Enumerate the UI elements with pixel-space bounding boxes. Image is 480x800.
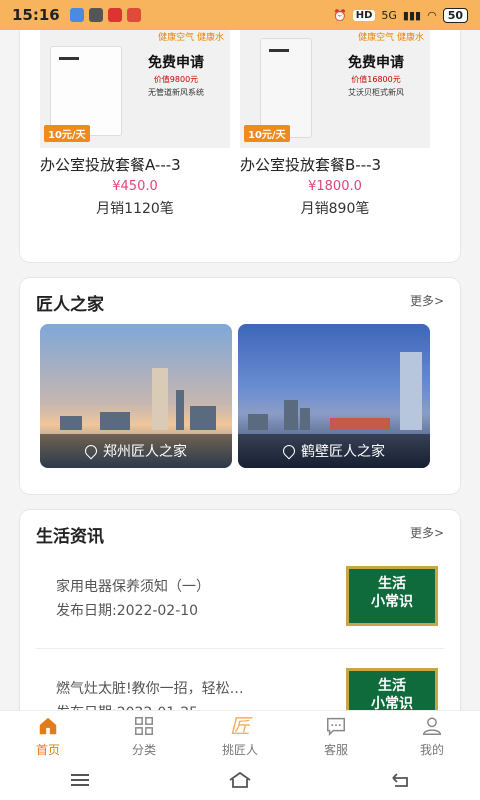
product-item[interactable]: 健康空气 健康水 免费申请 价值9800元 无管道新风系统 10元/天 办公室投… [40, 30, 230, 218]
wifi-icon: ◠ [427, 8, 437, 22]
menu-icon[interactable] [69, 772, 91, 788]
tab-pick-craftsman[interactable]: 匠 挑匠人 [192, 711, 288, 761]
tab-home[interactable]: 首页 [0, 711, 96, 761]
camera-notification-icon [88, 8, 103, 22]
tab-service[interactable]: 客服 [288, 711, 384, 761]
promo-value: 价值9800元 [153, 75, 199, 84]
news-title: 家用电器保养须知（一） [56, 579, 210, 595]
thumb-text: 小常识 [371, 696, 413, 710]
product-name: 办公室投放套餐B---3 [240, 156, 382, 174]
weibo-notification-icon [126, 8, 141, 22]
scroll-content[interactable]: 健康空气 健康水 免费申请 价值9800元 无管道新风系统 10元/天 办公室投… [0, 30, 480, 710]
thumb-text: 小常识 [371, 594, 413, 610]
news-section: 生活资讯 更多> 家用电器保养须知（一） 发布日期:2022-02-10 生活 … [20, 510, 460, 710]
alarm-icon: ⏰ [333, 8, 347, 22]
tab-label: 我的 [419, 742, 444, 757]
product-card: 健康空气 健康水 免费申请 价值9800元 无管道新风系统 10元/天 办公室投… [20, 30, 460, 262]
product-image[interactable]: 健康空气 健康水 免费申请 价值9800元 无管道新风系统 10元/天 [40, 30, 230, 148]
tab-label: 挑匠人 [221, 742, 258, 757]
thumb-text: 生活 [378, 576, 406, 592]
news-item[interactable]: 家用电器保养须知（一） 发布日期:2022-02-10 生活 小常识 [36, 566, 444, 654]
product-name: 办公室投放套餐A---3 [40, 156, 181, 174]
news-item[interactable]: 燃气灶太脏!教你一招，轻松… 发布日期:2022-01-25 生活 小常识 [36, 668, 444, 710]
app-notification-icon [69, 8, 84, 22]
battery-indicator: 50 [442, 7, 468, 23]
promo-desc: 艾沃贝柜式新风 [348, 88, 404, 97]
city-label-bar: 郑州匠人之家 [40, 434, 232, 468]
home-icon [39, 717, 57, 734]
product-image[interactable]: 健康空气 健康水 免费申请 价值16800元 艾沃贝柜式新风 10元/天 [240, 30, 430, 148]
ventilation-unit-image [50, 46, 122, 136]
signal-icon: ▮▮▮ [402, 8, 422, 22]
promo-value: 价值16800元 [351, 75, 401, 84]
tab-category[interactable]: 分类 [96, 711, 192, 761]
promo-block: 免费申请 价值16800元 艾沃贝柜式新风 [328, 52, 424, 98]
back-icon[interactable] [389, 772, 411, 788]
cabinet-unit-image [260, 38, 312, 138]
city-label: 鹤壁匠人之家 [301, 444, 385, 460]
price-badge: 10元/天 [44, 125, 90, 142]
product-sales: 月销890笔 [300, 201, 370, 217]
product-price: ¥450.0 [112, 179, 158, 194]
signal-label: 5G [381, 8, 397, 22]
system-navigation-bar [0, 760, 480, 800]
hd-badge: HD [352, 9, 376, 21]
user-icon [423, 716, 441, 735]
news-more-link[interactable]: 更多> [410, 524, 444, 541]
location-pin-icon [82, 442, 100, 460]
status-bar: 15:16 ⏰ HD 5G ▮▮▮ ◠ 50 [0, 0, 480, 30]
status-indicators: ⏰ HD 5G ▮▮▮ ◠ 50 [333, 7, 468, 23]
craftsman-section: 匠人之家 更多> 郑州匠人之家 鹤壁匠人之家 [20, 278, 460, 494]
product-item[interactable]: 健康空气 健康水 免费申请 价值16800元 艾沃贝柜式新风 10元/天 办公室… [240, 30, 430, 218]
product-price: ¥1800.0 [308, 179, 362, 194]
app-notification-icon [107, 8, 122, 22]
news-thumbnail: 生活 小常识 [346, 668, 438, 710]
promo-title: 免费申请 [348, 55, 404, 71]
bottom-tab-bar: 首页 分类 匠 挑匠人 客服 我的 [0, 710, 480, 761]
craftsman-more-link[interactable]: 更多> [410, 292, 444, 309]
section-title: 匠人之家 [36, 295, 104, 315]
grid-icon [135, 716, 153, 735]
tab-label: 首页 [35, 742, 60, 757]
product-tag: 健康空气 健康水 [158, 33, 224, 43]
news-thumbnail: 生活 小常识 [346, 566, 438, 626]
tab-label: 客服 [323, 742, 348, 757]
section-title: 生活资讯 [36, 527, 104, 547]
product-tag: 健康空气 健康水 [358, 33, 424, 43]
tab-mine[interactable]: 我的 [384, 711, 480, 761]
city-label: 郑州匠人之家 [103, 444, 187, 460]
promo-title: 免费申请 [148, 55, 204, 71]
city-tile-zhengzhou[interactable]: 郑州匠人之家 [40, 324, 232, 468]
craftsman-glyph-icon: 匠 [230, 713, 250, 738]
chat-icon [327, 717, 345, 736]
promo-block: 免费申请 价值9800元 无管道新风系统 [128, 52, 224, 98]
thumb-text: 生活 [378, 678, 406, 694]
tab-label: 分类 [131, 742, 156, 757]
promo-desc: 无管道新风系统 [148, 88, 204, 97]
status-time: 15:16 [12, 6, 60, 24]
city-label-bar: 鹤壁匠人之家 [238, 434, 430, 468]
news-date: 发布日期:2022-02-10 [56, 603, 199, 619]
news-title: 燃气灶太脏!教你一招，轻松… [56, 681, 244, 697]
product-sales: 月销1120笔 [96, 201, 174, 217]
home-nav-icon[interactable] [228, 771, 252, 789]
price-badge: 10元/天 [244, 125, 290, 142]
news-date: 发布日期:2022-01-25 [56, 702, 198, 710]
location-pin-icon [280, 442, 298, 460]
divider [36, 648, 444, 649]
city-tile-hebi[interactable]: 鹤壁匠人之家 [238, 324, 430, 468]
